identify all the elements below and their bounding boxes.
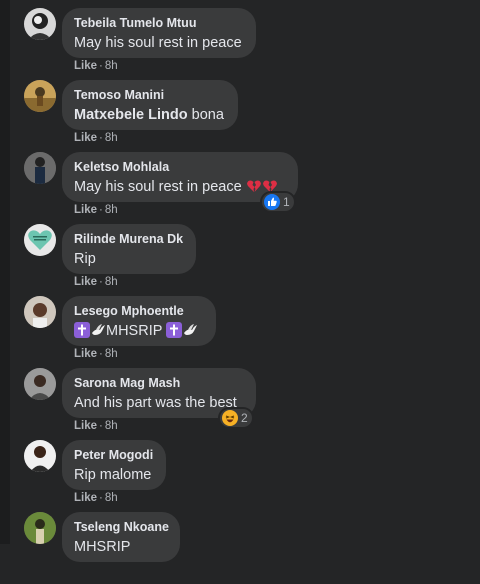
comment-bubble: Rilinde Murena Dk Rip — [62, 224, 196, 274]
separator-dot: · — [99, 132, 103, 144]
comment-text: MHSRIP — [74, 539, 131, 555]
avatar[interactable] — [24, 8, 56, 40]
comment-author[interactable]: Temoso Manini — [74, 88, 226, 103]
comment-text: May his soul rest in peace — [74, 177, 286, 197]
like-button[interactable]: Like — [74, 420, 97, 432]
comment-text: MHSRIP — [74, 321, 204, 341]
like-button[interactable]: Like — [74, 60, 97, 72]
comment-text: Rip malome — [74, 467, 152, 483]
separator-dot: · — [99, 204, 103, 216]
reaction-count[interactable]: 1 — [262, 193, 294, 211]
left-rail — [0, 0, 10, 544]
like-button[interactable]: Like — [74, 276, 97, 288]
separator-dot: · — [99, 348, 103, 360]
latin-cross-icon — [166, 322, 183, 338]
comment-bubble: Keletso Mohlala May his soul rest in pea… — [62, 152, 298, 202]
comment-bubble: Temoso Manini Matxebele Lindo bona — [62, 80, 238, 130]
separator-dot: · — [99, 420, 103, 432]
comment-item: Rilinde Murena Dk Rip Like · 8h — [24, 224, 464, 296]
comment-time[interactable]: 8h — [105, 276, 118, 288]
comment-meta: Like · 8h — [74, 132, 118, 144]
comment-item: Keletso Mohlala May his soul rest in pea… — [24, 152, 464, 224]
comment-item: Tebeila Tumelo Mtuu May his soul rest in… — [24, 8, 464, 80]
comment-time[interactable]: 8h — [105, 420, 118, 432]
reaction-count[interactable]: 2 — [220, 409, 252, 427]
comment-meta: Like · 8h — [74, 204, 118, 216]
dove-icon — [184, 324, 198, 335]
comment-item: Lesego Mphoentle MHSRIP Like · 8h — [24, 296, 464, 368]
broken-heart-icon — [246, 180, 261, 192]
avatar[interactable] — [24, 80, 56, 112]
comment-text-main: May his soul rest in peace — [74, 179, 242, 195]
comment-item: Peter Mogodi Rip malome Like · 8h — [24, 440, 464, 512]
comment-author[interactable]: Rilinde Murena Dk — [74, 232, 184, 247]
comment-author[interactable]: Sarona Mag Mash — [74, 376, 244, 391]
comment-text: And his part was the best — [74, 395, 237, 411]
like-button[interactable]: Like — [74, 132, 97, 144]
broken-heart-icon — [262, 180, 277, 192]
comment-author[interactable]: Lesego Mphoentle — [74, 304, 204, 319]
comment-meta: Like · 8h — [74, 276, 118, 288]
mentioned-name[interactable]: Matxebele Lindo — [74, 107, 188, 123]
avatar[interactable] — [24, 440, 56, 472]
comment-item: Sarona Mag Mash And his part was the bes… — [24, 368, 464, 440]
avatar[interactable] — [24, 368, 56, 400]
dove-icon — [92, 324, 105, 335]
comment-item: Tseleng Nkoane MHSRIP — [24, 512, 464, 584]
reaction-number: 1 — [283, 195, 290, 209]
separator-dot: · — [99, 60, 103, 72]
separator-dot: · — [99, 276, 103, 288]
avatar[interactable] — [24, 152, 56, 184]
comment-time[interactable]: 8h — [105, 492, 118, 504]
comment-meta: Like · 8h — [74, 420, 118, 432]
separator-dot: · — [99, 492, 103, 504]
like-button[interactable]: Like — [74, 348, 97, 360]
comment-author[interactable]: Peter Mogodi — [74, 448, 154, 463]
avatar[interactable] — [24, 296, 56, 328]
latin-cross-icon — [74, 322, 90, 338]
like-button[interactable]: Like — [74, 204, 97, 216]
comment-meta: Like · 8h — [74, 492, 118, 504]
comment-time[interactable]: 8h — [105, 60, 118, 72]
avatar[interactable] — [24, 512, 56, 544]
like-button[interactable]: Like — [74, 492, 97, 504]
comment-text-main: MHSRIP — [106, 323, 163, 339]
comment-item: Temoso Manini Matxebele Lindo bona Like ·… — [24, 80, 464, 152]
comment-bubble: Tseleng Nkoane MHSRIP — [62, 512, 180, 562]
comment-bubble: Peter Mogodi Rip malome — [62, 440, 166, 490]
comment-text-rest: bona — [187, 107, 224, 123]
comment-author[interactable]: Tseleng Nkoane — [74, 520, 169, 535]
like-icon — [264, 194, 280, 210]
comment-bubble: Lesego Mphoentle MHSRIP — [62, 296, 216, 346]
comment-author[interactable]: Tebeila Tumelo Mtuu — [74, 16, 244, 31]
comment-meta: Like · 8h — [74, 60, 118, 72]
comment-time[interactable]: 8h — [105, 348, 118, 360]
comment-text: Matxebele Lindo bona — [74, 105, 226, 125]
avatar[interactable] — [24, 224, 56, 256]
comment-time[interactable]: 8h — [105, 132, 118, 144]
comment-bubble: Tebeila Tumelo Mtuu May his soul rest in… — [62, 8, 256, 58]
comment-meta: Like · 8h — [74, 348, 118, 360]
comment-text: Rip — [74, 251, 96, 267]
comment-text: May his soul rest in peace — [74, 35, 242, 51]
comment-author[interactable]: Keletso Mohlala — [74, 160, 286, 175]
haha-icon — [222, 410, 238, 426]
reaction-number: 2 — [241, 411, 248, 425]
comment-time[interactable]: 8h — [105, 204, 118, 216]
